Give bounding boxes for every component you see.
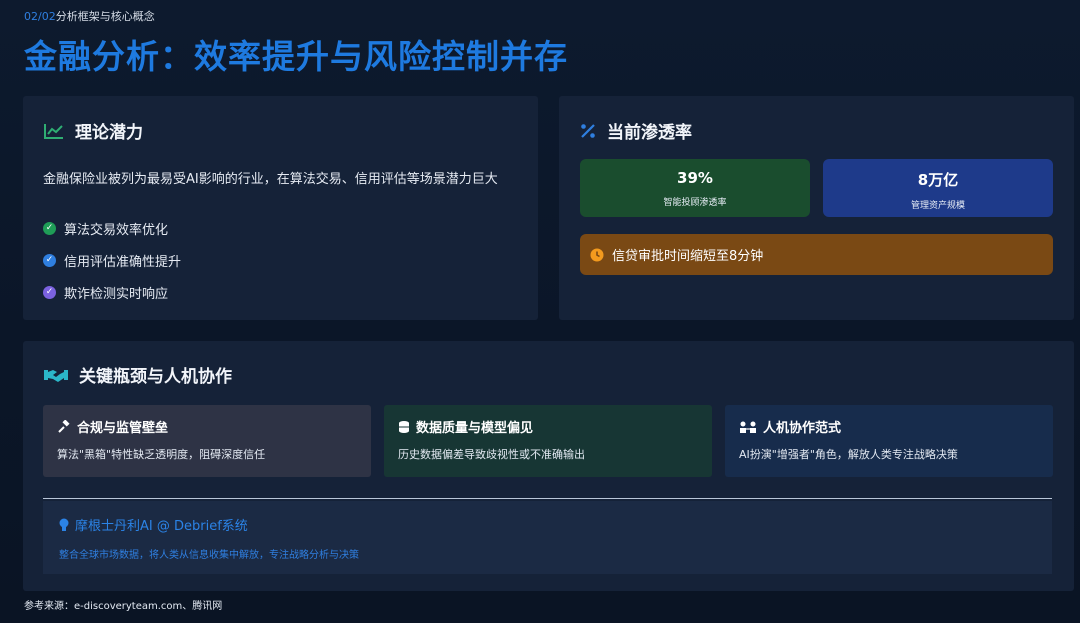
- case-title-row: 摩根士丹利AI @ Debrief系统: [59, 515, 1036, 534]
- case-title: 摩根士丹利AI @ Debrief系统: [75, 519, 248, 534]
- bullet-text: 欺诈检测实时响应: [64, 286, 169, 302]
- card-description: AI扮演"增强者"角色，解放人类专注战略决策: [739, 448, 958, 461]
- stat-label: 管理资产规模: [910, 201, 965, 211]
- bottleneck-title: 关键瓶颈与人机协作: [79, 367, 232, 387]
- stat-label: 智能投顾渗透率: [663, 198, 727, 208]
- bullet-text: 算法交易效率优化: [64, 222, 169, 238]
- bottleneck-card: 合规与监管壁垒 算法"黑箱"特性缺乏透明度，阻碍深度信任: [43, 405, 371, 477]
- database-icon: [398, 420, 410, 434]
- gavel-icon: [57, 419, 71, 434]
- theory-panel: 理论潜力 金融保险业被列为最易受AI影响的行业，在算法交易、信用评估等场景潜力巨…: [23, 96, 538, 320]
- theory-description: 金融保险业被列为最易受AI影响的行业，在算法交易、信用评估等场景潜力巨大: [43, 172, 498, 187]
- bottleneck-panel-header: 关键瓶颈与人机协作: [43, 362, 232, 387]
- penetration-title: 当前渗透率: [607, 123, 692, 143]
- line-chart-icon: [43, 122, 65, 140]
- source-note: 参考来源：e-discoveryteam.com、腾讯网: [24, 601, 223, 612]
- lightbulb-icon: [59, 518, 69, 532]
- card-title: 人机协作范式: [763, 421, 842, 436]
- list-item: ✓ 算法交易效率优化: [43, 212, 181, 244]
- card-description: 算法"黑箱"特性缺乏透明度，阻碍深度信任: [57, 448, 266, 461]
- stat-value: 8万亿: [917, 171, 959, 189]
- people-icon: [739, 420, 757, 434]
- card-title: 合规与监管壁垒: [77, 421, 169, 436]
- bullet-text: 信用评估准确性提升: [64, 254, 182, 270]
- bottleneck-card: 数据质量与模型偏见 历史数据偏差导致歧视性或不准确输出: [384, 405, 712, 477]
- case-description: 整合全球市场数据，将人类从信息收集中解放，专注战略分析与决策: [59, 550, 359, 561]
- divider: [43, 498, 1052, 499]
- theory-panel-header: 理论潜力: [43, 118, 143, 143]
- percent-icon: [579, 122, 597, 140]
- page-number: 02/02: [24, 10, 56, 23]
- theory-bullet-list: ✓ 算法交易效率优化 ✓ 信用评估准确性提升 ✓ 欺诈检测实时响应: [43, 212, 181, 308]
- card-title-row: 数据质量与模型偏见: [398, 417, 698, 436]
- penetration-panel-header: 当前渗透率: [579, 118, 692, 143]
- card-title-row: 人机协作范式: [739, 417, 1039, 436]
- clock-icon: [590, 248, 604, 262]
- case-study-box: 摩根士丹利AI @ Debrief系统 整合全球市场数据，将人类从信息收集中解放…: [43, 501, 1052, 574]
- list-item: ✓ 信用评估准确性提升: [43, 244, 181, 276]
- card-description: 历史数据偏差导致歧视性或不准确输出: [398, 448, 585, 461]
- breadcrumb: 02/02分析框架与核心概念: [24, 8, 155, 24]
- handshake-icon: [43, 366, 69, 384]
- stat-card: 8万亿 管理资产规模: [823, 159, 1053, 217]
- stat-value: 39%: [677, 169, 713, 187]
- bottleneck-panel: 关键瓶颈与人机协作 合规与监管壁垒 算法"黑箱"特性缺乏透明度，阻碍深度信任 数…: [23, 341, 1074, 591]
- card-title-row: 合规与监管壁垒: [57, 417, 357, 436]
- section-name: 分析框架与核心概念: [55, 10, 155, 23]
- banner-text: 信贷审批时间缩短至8分钟: [612, 249, 764, 264]
- bottleneck-card: 人机协作范式 AI扮演"增强者"角色，解放人类专注战略决策: [725, 405, 1053, 477]
- penetration-panel: 当前渗透率 39% 智能投顾渗透率 8万亿 管理资产规模 信贷审批时间缩短至8分…: [559, 96, 1074, 320]
- check-icon: ✓: [43, 221, 56, 235]
- theory-title: 理论潜力: [75, 123, 143, 143]
- page-title: 金融分析：效率提升与风险控制并存: [24, 37, 568, 76]
- highlight-banner: 信贷审批时间缩短至8分钟: [580, 234, 1053, 275]
- check-icon: ✓: [43, 253, 56, 267]
- card-title: 数据质量与模型偏见: [416, 421, 534, 436]
- list-item: ✓ 欺诈检测实时响应: [43, 276, 181, 308]
- stat-card: 39% 智能投顾渗透率: [580, 159, 810, 217]
- check-icon: ✓: [43, 285, 56, 299]
